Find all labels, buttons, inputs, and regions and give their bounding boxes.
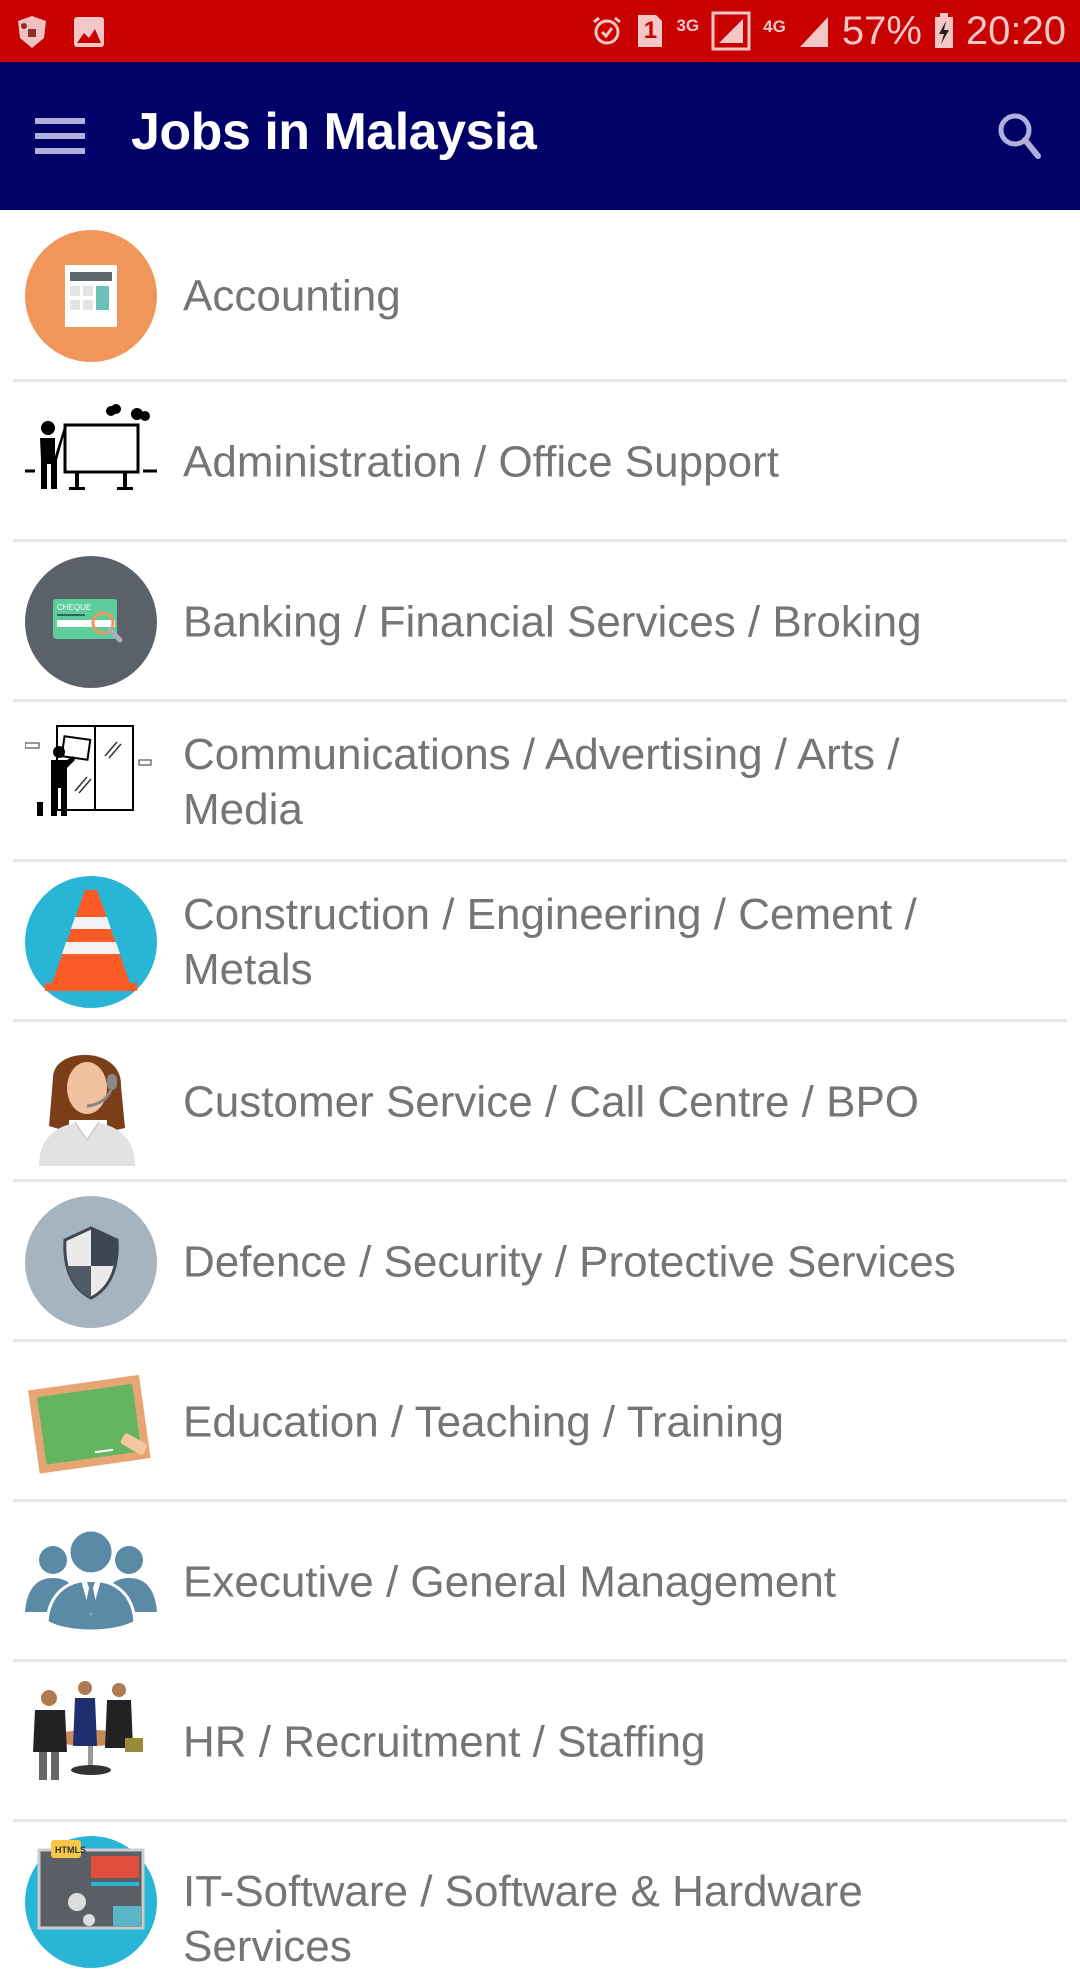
category-label: Defence / Security / Protective Services (183, 1237, 956, 1287)
category-item-executive[interactable]: Executive / General Management (0, 1502, 1080, 1662)
page-title: Jobs in Malaysia (131, 103, 537, 161)
network-3g-label: 3G (676, 15, 700, 35)
category-item-defence[interactable]: Defence / Security / Protective Services (0, 1182, 1080, 1342)
category-list: Accounting Administration / Office Suppo… (0, 210, 1080, 1982)
category-label: IT-Software / Software & Hardware Servic… (183, 1867, 863, 1971)
battery-percent: 57% (841, 8, 922, 53)
category-item-banking[interactable]: CHEQUE Banking / Financial Services / Br… (0, 542, 1080, 702)
category-label: Administration / Office Support (183, 437, 779, 487)
cheque-magnifier-icon: CHEQUE (25, 556, 157, 688)
battery-charging-icon (934, 13, 954, 49)
executives-group-icon (25, 1516, 157, 1648)
category-item-customer-service[interactable]: Customer Service / Call Centre / BPO (0, 1022, 1080, 1182)
category-label: Communications / Advertising / Arts / Me… (183, 730, 900, 834)
category-item-accounting[interactable]: Accounting (0, 210, 1080, 382)
search-icon[interactable] (990, 106, 1050, 166)
signal-strength-icon-2 (798, 13, 830, 49)
hamburger-menu-icon[interactable] (18, 106, 85, 166)
status-bar: 1 3G 4G 57% 20:20 (0, 0, 1080, 62)
category-label: Accounting (183, 271, 401, 321)
category-label: Education / Teaching / Training (183, 1397, 784, 1447)
clock: 20:20 (965, 8, 1066, 53)
shield-icon (25, 1196, 157, 1328)
sim-slot-label: 1 (643, 17, 658, 44)
category-label: Customer Service / Call Centre / BPO (183, 1077, 920, 1127)
category-item-communications[interactable]: Communications / Advertising / Arts / Me… (0, 702, 1080, 862)
app-toolbar: Jobs in Malaysia (0, 62, 1080, 210)
security-shield-icon (12, 12, 52, 52)
category-label: HR / Recruitment / Staffing (183, 1717, 706, 1767)
category-item-it-software[interactable]: HTMLS IT-Software / Software & Hardware … (0, 1822, 1080, 1982)
window-installer-icon (24, 716, 157, 848)
cheque-text: CHEQUE (57, 603, 91, 612)
presenter-board-icon (25, 396, 157, 528)
category-label: Executive / General Management (183, 1557, 837, 1607)
computer-html-icon: HTMLS (25, 1836, 157, 1968)
signal-strength-icon (711, 11, 751, 51)
alarm-icon (590, 14, 624, 48)
category-item-hr[interactable]: HR / Recruitment / Staffing (0, 1662, 1080, 1822)
html-badge-text: HTMLS (55, 1845, 86, 1855)
category-item-education[interactable]: Education / Teaching / Training (0, 1342, 1080, 1502)
category-label: Banking / Financial Services / Broking (183, 597, 922, 647)
category-item-administration[interactable]: Administration / Office Support (0, 382, 1080, 542)
network-4g-label: 4G (763, 16, 786, 36)
chalkboard-icon (25, 1356, 157, 1488)
category-item-construction[interactable]: Construction / Engineering / Cement / Me… (0, 862, 1080, 1022)
interview-panel-icon (25, 1676, 157, 1808)
call-centre-agent-icon (25, 1036, 157, 1168)
traffic-cone-icon (25, 876, 157, 1008)
calculator-icon (25, 230, 157, 362)
image-icon (72, 15, 106, 49)
sim-card-icon: 1 (636, 13, 664, 49)
category-label: Construction / Engineering / Cement / Me… (183, 890, 917, 994)
